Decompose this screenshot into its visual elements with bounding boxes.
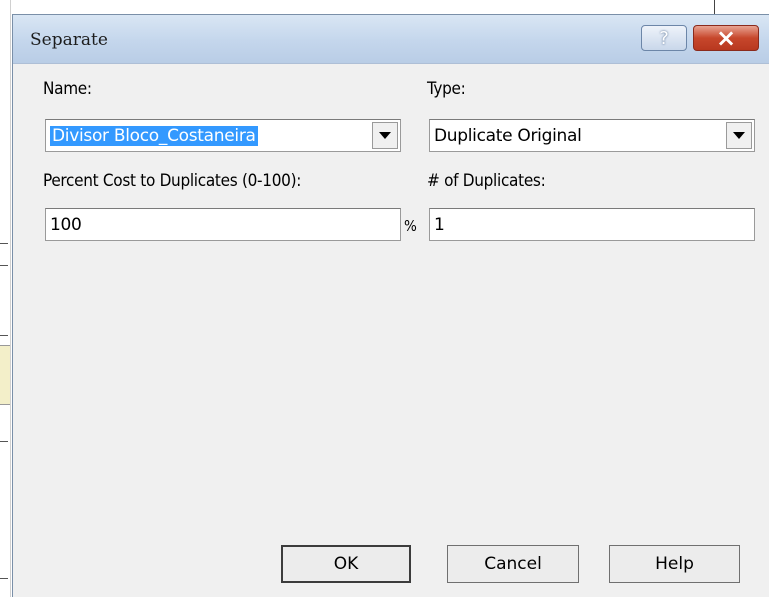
name-field-text: Divisor Bloco_Costaneira (50, 126, 258, 146)
separate-dialog: Separate ? × Name: Divisor Bloco_Costane… (12, 14, 769, 597)
percent-unit: % (404, 217, 417, 235)
name-label: Name: (43, 79, 92, 99)
duplicates-input[interactable]: 1 (429, 208, 755, 241)
title-bar[interactable]: Separate ? × (13, 15, 769, 64)
background-tick (0, 243, 8, 244)
type-combobox[interactable]: Duplicate Original (429, 119, 755, 152)
titlebar-help-button[interactable]: ? (641, 25, 687, 51)
question-icon: ? (659, 27, 669, 49)
name-dropdown-button[interactable] (372, 122, 398, 149)
duplicates-label: # of Duplicates: (427, 171, 546, 191)
background-tick (0, 265, 8, 266)
background-tick (0, 441, 8, 442)
chevron-down-icon (733, 132, 745, 139)
close-button[interactable]: × (693, 25, 759, 51)
type-dropdown-button[interactable] (726, 122, 752, 149)
dialog-title: Separate (30, 30, 108, 50)
chevron-down-icon (379, 132, 391, 139)
background-tick (0, 335, 8, 336)
ok-button[interactable]: OK (281, 545, 411, 583)
percent-cost-value: 100 (50, 215, 82, 235)
background-divider (10, 0, 11, 597)
type-value: Duplicate Original (434, 126, 582, 146)
close-icon: × (715, 24, 737, 52)
type-label: Type: (427, 79, 466, 99)
background-tick (714, 0, 715, 14)
name-combobox[interactable]: Divisor Bloco_Costaneira (45, 119, 401, 152)
help-button[interactable]: Help (609, 545, 740, 583)
name-value: Divisor Bloco_Costaneira (50, 126, 258, 146)
duplicates-value: 1 (434, 215, 445, 235)
percent-cost-input[interactable]: 100 (45, 208, 401, 241)
background-highlight (0, 345, 10, 405)
background-tick (0, 578, 8, 579)
percent-cost-label: Percent Cost to Duplicates (0-100): (43, 171, 302, 191)
cancel-button[interactable]: Cancel (447, 545, 579, 583)
